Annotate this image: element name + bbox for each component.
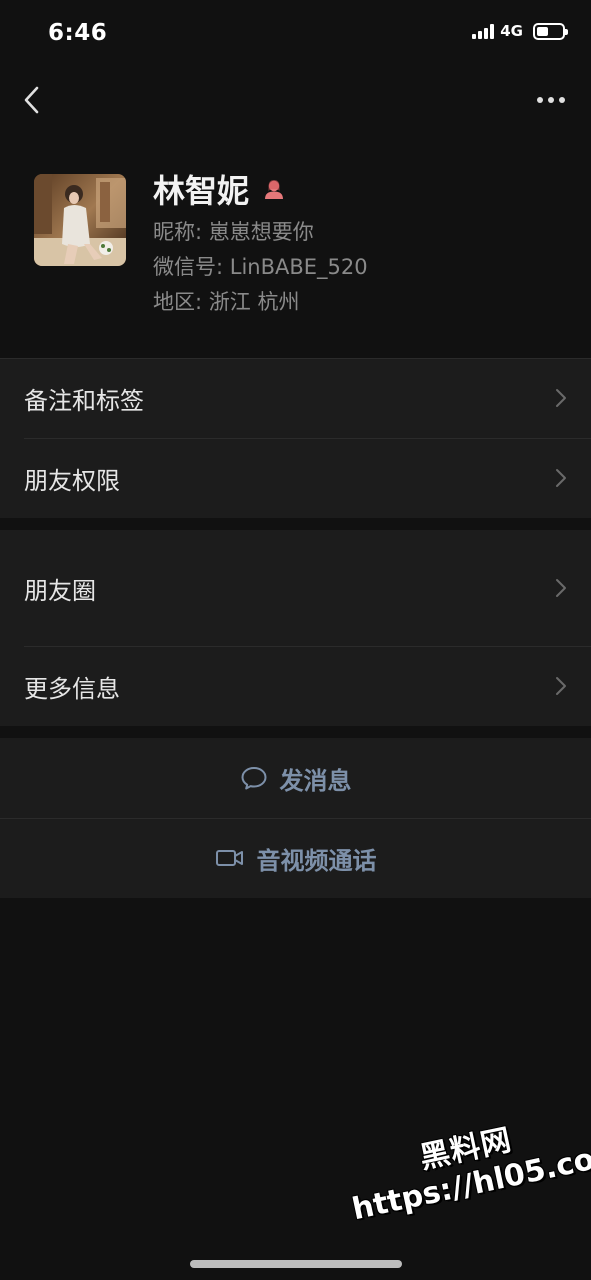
chevron-right-icon	[556, 389, 566, 407]
wechat-id-label: 微信号:	[153, 255, 230, 279]
battery-icon	[533, 22, 568, 40]
region-line: 地区: 浙江 杭州	[153, 286, 299, 316]
video-call-button[interactable]: 音视频通话	[0, 818, 591, 898]
divider	[24, 438, 591, 439]
wechat-id-value: LinBABE_520	[229, 255, 368, 279]
nav-bar	[0, 72, 591, 128]
send-message-label: 发消息	[279, 766, 352, 795]
battery-level	[537, 26, 548, 36]
chevron-right-icon	[556, 469, 566, 487]
chevron-right-icon	[556, 579, 566, 597]
female-person-icon	[261, 176, 287, 202]
action-group: 发消息 音视频通话	[0, 738, 591, 898]
nickname-label: 昵称:	[153, 220, 209, 244]
nickname-value: 崽崽想要你	[208, 220, 314, 244]
network-type: 4G	[500, 22, 523, 40]
more-button[interactable]	[531, 82, 571, 118]
menu-group-settings: 备注和标签 朋友权限	[0, 358, 591, 518]
home-indicator[interactable]	[190, 1260, 402, 1268]
region-value: 浙江 杭州	[208, 290, 300, 314]
chevron-right-icon	[556, 677, 566, 695]
back-button[interactable]	[16, 80, 48, 120]
status-indicators: 4G	[472, 22, 568, 40]
chat-bubble-icon	[241, 767, 266, 790]
status-time: 6:46	[48, 20, 108, 46]
row-label: 朋友圈	[24, 576, 96, 605]
send-message-button[interactable]: 发消息	[0, 738, 591, 818]
ellipsis-icon	[537, 97, 543, 103]
region-label: 地区:	[153, 290, 209, 314]
divider	[24, 646, 591, 647]
wechat-id-line: 微信号: LinBABE_520	[153, 251, 368, 281]
contact-name: 林智妮	[153, 172, 250, 210]
nickname-line: 昵称: 崽崽想要你	[153, 216, 314, 246]
row-more-info[interactable]: 更多信息	[0, 646, 591, 726]
row-label: 更多信息	[24, 674, 120, 703]
video-call-label: 音视频通话	[256, 846, 377, 875]
video-camera-icon	[215, 850, 243, 866]
contact-profile-screen: 6:46 4G 林智妮 昵称: 崽崽想要你 微信号: LinBABE_520 地…	[0, 0, 591, 1280]
row-friend-permissions[interactable]: 朋友权限	[0, 438, 591, 518]
divider	[0, 358, 591, 359]
row-label: 备注和标签	[24, 386, 144, 415]
row-remarks-tags[interactable]: 备注和标签	[0, 358, 591, 438]
signal-icon	[472, 23, 495, 39]
divider	[0, 818, 591, 819]
section-gap	[0, 726, 591, 738]
row-label: 朋友权限	[24, 466, 120, 495]
watermark: 黑料网 https://hl05.co	[340, 1099, 591, 1228]
section-gap	[0, 518, 591, 530]
menu-group-moments: 朋友圈 更多信息	[0, 530, 591, 726]
row-moments[interactable]: 朋友圈	[0, 530, 591, 646]
chevron-left-icon	[24, 86, 39, 114]
profile-header: 林智妮 昵称: 崽崽想要你 微信号: LinBABE_520 地区: 浙江 杭州	[0, 150, 591, 358]
name-row: 林智妮	[153, 166, 287, 212]
status-bar: 6:46 4G	[0, 0, 591, 70]
avatar[interactable]	[34, 174, 126, 266]
